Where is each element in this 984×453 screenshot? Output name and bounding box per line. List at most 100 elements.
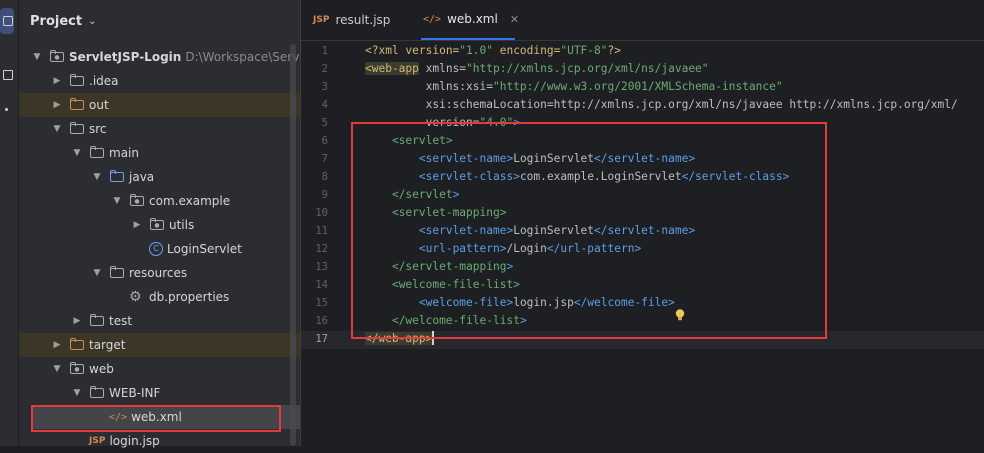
package-icon xyxy=(149,218,165,232)
code-line[interactable]: <servlet-mapping> xyxy=(365,204,507,222)
tree-item-project-root[interactable]: ▼ ServletJSP-Login D:\Workspace\ServletJ… xyxy=(19,45,333,69)
chevron-down-icon[interactable]: ▼ xyxy=(111,196,123,206)
line-number: 3 xyxy=(321,81,328,93)
tree-item-label: test xyxy=(109,314,133,328)
tree-item-target[interactable]: ▶ target xyxy=(19,333,332,357)
tree-item-label: ServletJSP-Login xyxy=(69,50,182,64)
folder-icon xyxy=(89,314,105,328)
code-line[interactable]: <welcome-file>login.jsp</welcome-file> xyxy=(365,294,675,312)
tree-item-label: WEB-INF xyxy=(109,386,161,400)
more-dots-icon xyxy=(5,108,8,111)
tree-item-label: .idea xyxy=(89,74,119,88)
tree-item-label: target xyxy=(89,338,126,352)
line-number: 11 xyxy=(315,225,328,237)
line-number: 1 xyxy=(321,45,328,57)
java-class-icon: C xyxy=(149,242,163,256)
project-toolwindow-button[interactable] xyxy=(0,8,14,34)
module-folder-icon xyxy=(49,50,65,64)
line-number: 10 xyxy=(315,207,328,219)
code-line[interactable]: </welcome-file-list> xyxy=(365,312,527,330)
chevron-down-icon[interactable]: ▼ xyxy=(91,172,103,182)
project-tree-scrollbar[interactable] xyxy=(290,44,296,446)
tab-result-jsp[interactable]: JSP result.jsp xyxy=(313,0,390,40)
chevron-down-icon[interactable]: ▼ xyxy=(51,124,63,134)
tree-item-label: LoginServlet xyxy=(167,242,242,256)
gear-icon: ⚙ xyxy=(129,289,142,305)
chevron-right-icon[interactable]: ▶ xyxy=(51,340,63,350)
code-line[interactable]: <servlet-name>LoginServlet</servlet-name… xyxy=(365,150,695,168)
close-icon[interactable]: ✕ xyxy=(510,13,519,26)
jsp-file-icon: JSP xyxy=(89,436,106,446)
chevron-down-icon[interactable]: ▼ xyxy=(71,388,83,398)
chevron-down-icon[interactable]: ▼ xyxy=(71,148,83,158)
line-number: 2 xyxy=(321,63,328,75)
chevron-down-icon[interactable]: ▼ xyxy=(91,268,103,278)
code-line[interactable]: </servlet-mapping> xyxy=(365,258,513,276)
editor-tab-bar: JSP result.jsp </> web.xml ✕ xyxy=(301,0,984,41)
chevron-right-icon[interactable]: ▶ xyxy=(51,76,63,86)
line-number: 14 xyxy=(315,279,328,291)
source-folder-icon xyxy=(109,170,125,184)
folder-icon xyxy=(69,122,85,136)
tree-item-idea[interactable]: ▶ .idea xyxy=(19,69,332,93)
code-line[interactable]: <welcome-file-list> xyxy=(365,276,520,294)
xml-file-icon: </> xyxy=(109,411,128,423)
tree-item-label: com.example xyxy=(149,194,231,208)
chevron-down-icon[interactable]: ▼ xyxy=(31,52,43,62)
lightbulb-icon[interactable] xyxy=(673,308,687,322)
code-line[interactable]: <web-app xmlns="http://xmlns.jcp.org/xml… xyxy=(365,60,709,78)
tree-item-web[interactable]: ▼ web xyxy=(19,357,332,381)
chevron-down-icon: ⌄ xyxy=(88,15,97,27)
tab-label: web.xml xyxy=(447,12,498,26)
chevron-right-icon[interactable]: ▶ xyxy=(51,100,63,110)
tree-item-label: web.xml xyxy=(131,410,182,424)
more-toolwindows-button[interactable] xyxy=(0,98,14,124)
tree-item-label: main xyxy=(109,146,139,160)
project-icon xyxy=(3,16,13,26)
chevron-right-icon[interactable]: ▶ xyxy=(71,316,83,326)
jsp-icon: JSP xyxy=(313,15,330,25)
chevron-down-icon[interactable]: ▼ xyxy=(51,364,63,374)
tree-item-src[interactable]: ▼ src xyxy=(19,117,332,141)
line-number: 7 xyxy=(321,153,328,165)
line-number: 15 xyxy=(315,297,328,309)
xml-icon: </> xyxy=(423,13,442,25)
line-number: 5 xyxy=(321,117,328,129)
editor-pane: JSP result.jsp </> web.xml ✕ 1 2 3 4 5 6… xyxy=(300,0,984,446)
line-number: 12 xyxy=(315,243,328,255)
line-number: 9 xyxy=(321,189,328,201)
tree-item-label: db.properties xyxy=(149,290,230,304)
project-panel: Project ⌄ ▼ ServletJSP-Login D:\Workspac… xyxy=(19,0,353,448)
code-line[interactable]: <url-pattern>/Login</url-pattern> xyxy=(365,240,641,258)
folder-icon xyxy=(89,386,105,400)
excluded-folder-icon xyxy=(69,338,85,352)
tree-item-label: web xyxy=(89,362,114,376)
tab-label: result.jsp xyxy=(335,13,391,27)
chevron-right-icon[interactable]: ▶ xyxy=(131,220,143,230)
line-number: 16 xyxy=(315,315,328,327)
resources-folder-icon xyxy=(109,266,125,280)
code-line[interactable]: <servlet-name>LoginServlet</servlet-name… xyxy=(365,222,695,240)
tree-item-label: out xyxy=(89,98,109,112)
code-line[interactable]: version="4.0"> xyxy=(365,114,520,132)
code-line[interactable]: </servlet> xyxy=(365,186,459,204)
text-caret xyxy=(432,331,434,345)
package-icon xyxy=(129,194,145,208)
project-panel-header[interactable]: Project ⌄ xyxy=(30,10,96,32)
line-number: 17 xyxy=(315,333,328,345)
web-folder-icon xyxy=(69,362,85,376)
code-line[interactable]: <servlet-class>com.example.LoginServlet<… xyxy=(365,168,790,186)
code-line[interactable]: <servlet> xyxy=(365,132,453,150)
excluded-folder-icon xyxy=(69,98,85,112)
structure-toolwindow-button[interactable] xyxy=(0,62,14,88)
tree-item-out[interactable]: ▶ out xyxy=(19,93,332,117)
tab-web-xml[interactable]: </> web.xml ✕ xyxy=(421,0,519,40)
line-number: 8 xyxy=(321,171,328,183)
tree-item-label: src xyxy=(89,122,107,136)
code-line[interactable]: xsi:schemaLocation=http://xmlns.jcp.org/… xyxy=(365,96,958,114)
code-line[interactable]: <?xml version="1.0" encoding="UTF-8"?> xyxy=(365,42,621,60)
code-line[interactable]: </web-app> xyxy=(365,330,434,348)
line-number: 4 xyxy=(321,99,328,111)
folder-icon xyxy=(89,146,105,160)
code-line[interactable]: xmlns:xsi="http://www.w3.org/2001/XMLSch… xyxy=(365,78,783,96)
